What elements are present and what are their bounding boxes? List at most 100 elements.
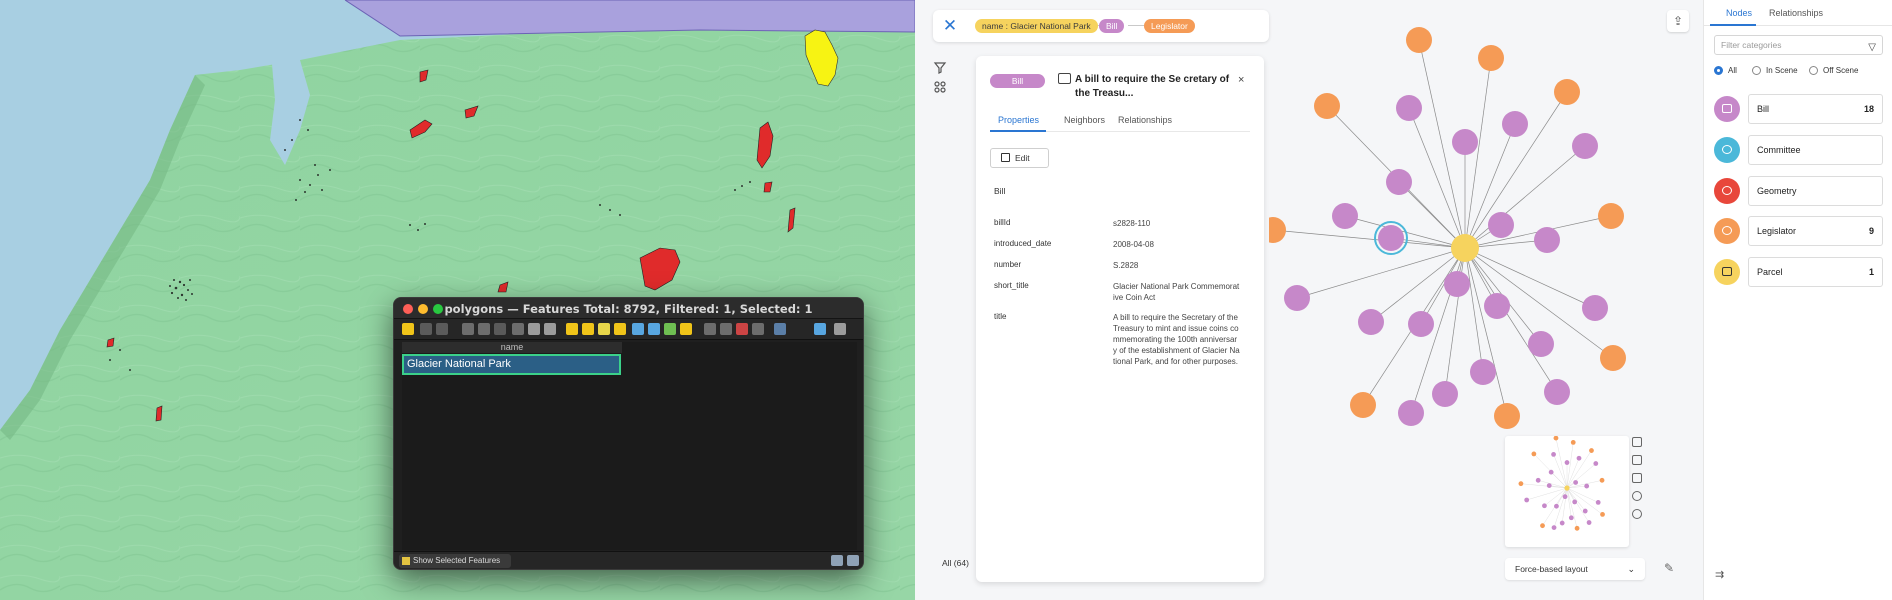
tab-nodes[interactable]: Nodes — [1726, 8, 1752, 18]
export-icon[interactable]: ⇪ — [1667, 10, 1689, 32]
radio-off-scene[interactable] — [1809, 66, 1818, 75]
copy-icon[interactable] — [528, 323, 540, 335]
bill-node[interactable] — [1488, 212, 1514, 238]
bill-node[interactable] — [1544, 379, 1570, 405]
column-header-name[interactable]: name — [402, 342, 622, 353]
bill-node[interactable] — [1452, 129, 1478, 155]
zoom-map-icon[interactable] — [814, 323, 826, 335]
select-by-expression-icon[interactable] — [566, 323, 578, 335]
zoom-to-selected-icon[interactable] — [680, 323, 692, 335]
bill-node[interactable] — [1502, 111, 1528, 137]
bill-node[interactable] — [1284, 285, 1310, 311]
multi-edit-icon[interactable] — [420, 323, 432, 335]
filter-chip-legislator[interactable]: Legislator — [1144, 19, 1195, 33]
field-calculator-icon[interactable] — [736, 323, 748, 335]
bill-node[interactable] — [1332, 203, 1358, 229]
tab-neighbors[interactable]: Neighbors — [1064, 115, 1105, 125]
graph-edge[interactable] — [1464, 247, 1508, 417]
legislator-node[interactable] — [1406, 27, 1432, 53]
deselect-icon[interactable] — [614, 323, 626, 335]
graph-edge[interactable] — [1272, 229, 1466, 249]
add-feature-icon[interactable] — [478, 323, 490, 335]
delete-feature-icon[interactable] — [494, 323, 506, 335]
bill-node[interactable] — [1528, 331, 1554, 357]
filter-chip-bill[interactable]: Bill — [1099, 19, 1125, 33]
bill-node[interactable] — [1396, 95, 1422, 121]
conditional-formatting-icon[interactable] — [752, 323, 764, 335]
tab-relationships[interactable]: Relationships — [1769, 8, 1823, 18]
minimap[interactable] — [1505, 436, 1629, 547]
fit-screen-icon[interactable] — [1632, 473, 1642, 483]
legislator-node[interactable] — [1314, 93, 1340, 119]
legislator-node[interactable] — [1478, 45, 1504, 71]
collapse-panel-icon[interactable]: ⇉ — [1715, 568, 1724, 581]
bill-node[interactable] — [1534, 227, 1560, 253]
category-row-legislator[interactable]: Legislator 9 — [1714, 216, 1884, 246]
category-row-geometry[interactable]: Geometry — [1714, 176, 1884, 206]
legislator-node[interactable] — [1494, 403, 1520, 429]
radio-all[interactable] — [1714, 66, 1723, 75]
cut-icon[interactable] — [512, 323, 524, 335]
bill-node[interactable] — [1378, 225, 1404, 251]
bill-node[interactable] — [1572, 133, 1598, 159]
zoom-out-icon[interactable] — [1632, 509, 1642, 519]
reload-icon[interactable] — [462, 323, 474, 335]
legislator-node[interactable] — [1600, 345, 1626, 371]
radio-in-scene[interactable] — [1752, 66, 1761, 75]
graph-edge[interactable] — [1296, 247, 1466, 299]
form-view-icon[interactable] — [831, 555, 843, 566]
show-selected-features-dropdown[interactable]: Show Selected Features — [399, 554, 511, 568]
bill-node[interactable] — [1432, 381, 1458, 407]
map-canvas[interactable]: polygons — Features Total: 8792, Filtere… — [0, 0, 915, 600]
graph-edge[interactable] — [1398, 181, 1466, 249]
close-icon[interactable]: × — [1238, 74, 1244, 86]
select-all-icon[interactable] — [582, 323, 594, 335]
book-icon[interactable] — [1632, 437, 1642, 447]
paste-icon[interactable] — [544, 323, 556, 335]
bill-node[interactable] — [1398, 400, 1424, 426]
bill-node[interactable] — [1484, 293, 1510, 319]
category-filter-input[interactable]: Filter categories ▽ — [1714, 35, 1883, 55]
delete-field-icon[interactable] — [720, 323, 732, 335]
filter-chip-name[interactable]: name : Glacier National Park — [975, 19, 1098, 33]
category-row-parcel[interactable]: Parcel 1 — [1714, 257, 1884, 287]
legislator-node[interactable] — [1350, 392, 1376, 418]
move-selection-to-top-icon[interactable] — [648, 323, 660, 335]
legislator-node[interactable] — [1269, 217, 1286, 243]
bill-node[interactable] — [1408, 311, 1434, 337]
legislator-node[interactable] — [1598, 203, 1624, 229]
tab-properties[interactable]: Properties — [998, 115, 1039, 125]
table-view-icon[interactable] — [847, 555, 859, 566]
graph-canvas[interactable] — [1269, 20, 1639, 440]
pan-to-selected-icon[interactable] — [664, 323, 676, 335]
table-row-selected[interactable]: Glacier National Park — [402, 354, 621, 375]
new-field-icon[interactable] — [704, 323, 716, 335]
invert-selection-icon[interactable] — [598, 323, 610, 335]
search-bar[interactable]: ✕ name : Glacier National Park Bill Legi… — [933, 10, 1269, 42]
bill-node[interactable] — [1358, 309, 1384, 335]
bill-node[interactable] — [1582, 295, 1608, 321]
edit-button[interactable]: Edit — [990, 148, 1049, 168]
bill-node[interactable] — [1470, 359, 1496, 385]
result-count[interactable]: All (64) — [942, 558, 969, 568]
close-icon[interactable]: ✕ — [941, 17, 959, 35]
actions-icon[interactable] — [774, 323, 786, 335]
filter-icon[interactable] — [632, 323, 644, 335]
filter-icon[interactable] — [933, 62, 947, 74]
legislator-node[interactable] — [1554, 79, 1580, 105]
grid-select-icon[interactable] — [934, 81, 946, 93]
dock-icon[interactable] — [834, 323, 846, 335]
zoom-in-icon[interactable] — [1632, 491, 1642, 501]
category-row-bill[interactable]: Bill 18 — [1714, 94, 1884, 124]
toggle-editing-icon[interactable] — [402, 323, 414, 335]
present-icon[interactable] — [1632, 455, 1642, 465]
save-edits-icon[interactable] — [436, 323, 448, 335]
graph-edge[interactable] — [1408, 107, 1466, 249]
bill-node[interactable] — [1444, 271, 1470, 297]
graph-edge[interactable] — [1464, 145, 1586, 249]
graph-edge[interactable] — [1444, 247, 1466, 395]
filter-icon[interactable]: ▽ — [1868, 39, 1876, 57]
tab-relationships[interactable]: Relationships — [1118, 115, 1172, 125]
bill-node[interactable] — [1386, 169, 1412, 195]
pencil-icon[interactable]: ✎ — [1664, 561, 1674, 575]
